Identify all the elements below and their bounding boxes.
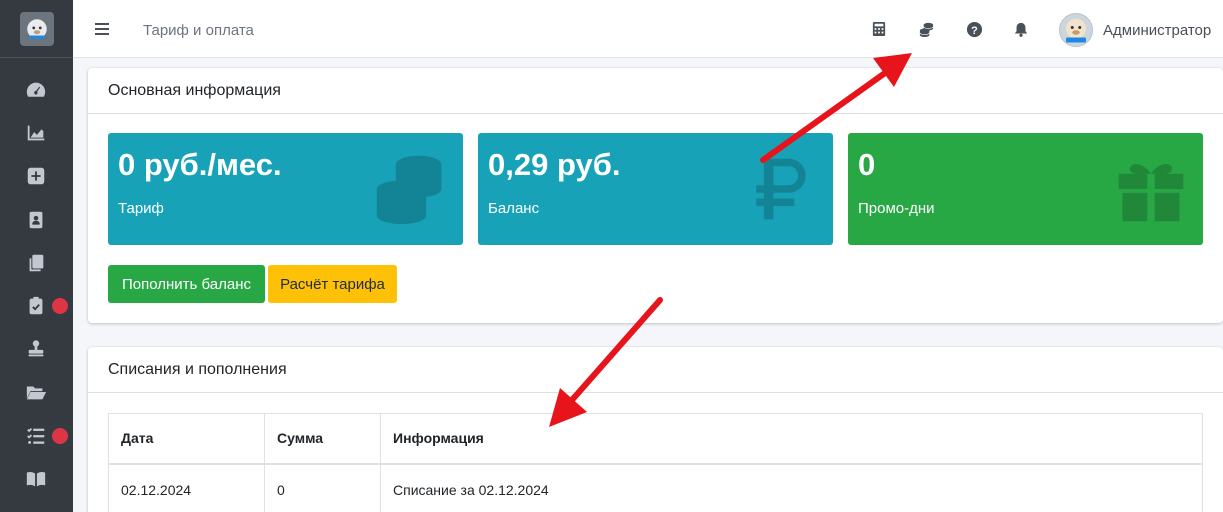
- promo-days-label: Промо-дни: [858, 200, 935, 217]
- svg-text:?: ?: [971, 24, 978, 36]
- sidebar-item-create[interactable]: [0, 156, 73, 196]
- top-navbar: Тариф и оплата ? Администратор: [73, 0, 1223, 58]
- sidebar-item-charts[interactable]: [0, 113, 73, 153]
- column-header-date[interactable]: Дата: [108, 413, 265, 465]
- promo-info-box: 0 Промо-дни: [848, 133, 1203, 245]
- table-row: 02.12.2024 0 Списание за 02.12.2024: [108, 463, 1203, 512]
- cell-date: 02.12.2024: [108, 463, 265, 512]
- sidebar-item-stamps[interactable]: [0, 329, 73, 369]
- coins-icon[interactable]: [917, 20, 935, 38]
- sidebar-item-guide[interactable]: [0, 459, 73, 499]
- sidebar-item-task-list[interactable]: [0, 416, 73, 456]
- topup-balance-button[interactable]: Пополнить баланс: [108, 265, 265, 303]
- copy-icon: [29, 254, 43, 272]
- tariff-value: 0 руб./мес.: [118, 147, 282, 182]
- cell-amount: 0: [264, 463, 381, 512]
- help-icon[interactable]: ?: [965, 20, 983, 38]
- sidebar-item-tasks-check[interactable]: [0, 286, 73, 326]
- folder-open-icon: [26, 386, 46, 400]
- card-title: Списания и пополнения: [88, 347, 1223, 393]
- promo-days-value: 0: [858, 147, 876, 182]
- user-name[interactable]: Администратор: [1103, 22, 1211, 39]
- notification-badge: [52, 298, 68, 314]
- gift-icon: [1118, 164, 1184, 222]
- coins-icon: [376, 155, 442, 225]
- menu-toggle-icon[interactable]: [95, 20, 111, 38]
- notification-badge: [52, 428, 68, 444]
- calculator-icon[interactable]: [870, 20, 888, 38]
- brand-logo-link[interactable]: [0, 0, 73, 58]
- plus-square-icon: [27, 167, 44, 185]
- chart-area-icon: [27, 125, 44, 141]
- breadcrumb: Тариф и оплата: [143, 22, 254, 39]
- balance-label: Баланс: [488, 200, 540, 217]
- cell-info: Списание за 02.12.2024: [380, 463, 1203, 512]
- table-header-row: Дата Сумма Информация: [108, 413, 1203, 465]
- calc-tariff-button[interactable]: Расчёт тарифа: [268, 265, 397, 303]
- clipboard-check-icon: [29, 296, 42, 315]
- tariff-info-box: 0 руб./мес. Тариф: [108, 133, 463, 245]
- transactions-card: Списания и пополнения Дата Сумма Информа…: [88, 347, 1223, 512]
- card-title: Основная информация: [88, 68, 1223, 114]
- sidebar: [0, 0, 73, 512]
- tasks-icon: [26, 428, 44, 444]
- sidebar-item-files[interactable]: [0, 372, 73, 412]
- transactions-table: Дата Сумма Информация 02.12.2024 0 Списа…: [108, 413, 1203, 512]
- id-card-icon: [29, 211, 42, 229]
- sidebar-item-dashboard[interactable]: [0, 70, 73, 110]
- dashboard-icon: [26, 82, 45, 97]
- ruble-icon: [756, 158, 806, 220]
- balance-value: 0,29 руб.: [488, 147, 621, 182]
- column-header-amount[interactable]: Сумма: [264, 413, 381, 465]
- balance-info-box: 0,29 руб. Баланс: [478, 133, 833, 245]
- sidebar-item-documents[interactable]: [0, 243, 73, 283]
- tariff-label: Тариф: [118, 200, 164, 217]
- stamp-icon: [28, 340, 43, 357]
- bell-icon[interactable]: [1012, 20, 1030, 38]
- avatar[interactable]: [1059, 13, 1093, 47]
- column-header-info[interactable]: Информация: [380, 413, 1203, 465]
- logo-icon: [19, 11, 54, 46]
- sidebar-item-contacts[interactable]: [0, 200, 73, 240]
- book-icon: [26, 471, 45, 487]
- main-info-card: Основная информация 0 руб./мес. Тариф 0,…: [88, 68, 1223, 323]
